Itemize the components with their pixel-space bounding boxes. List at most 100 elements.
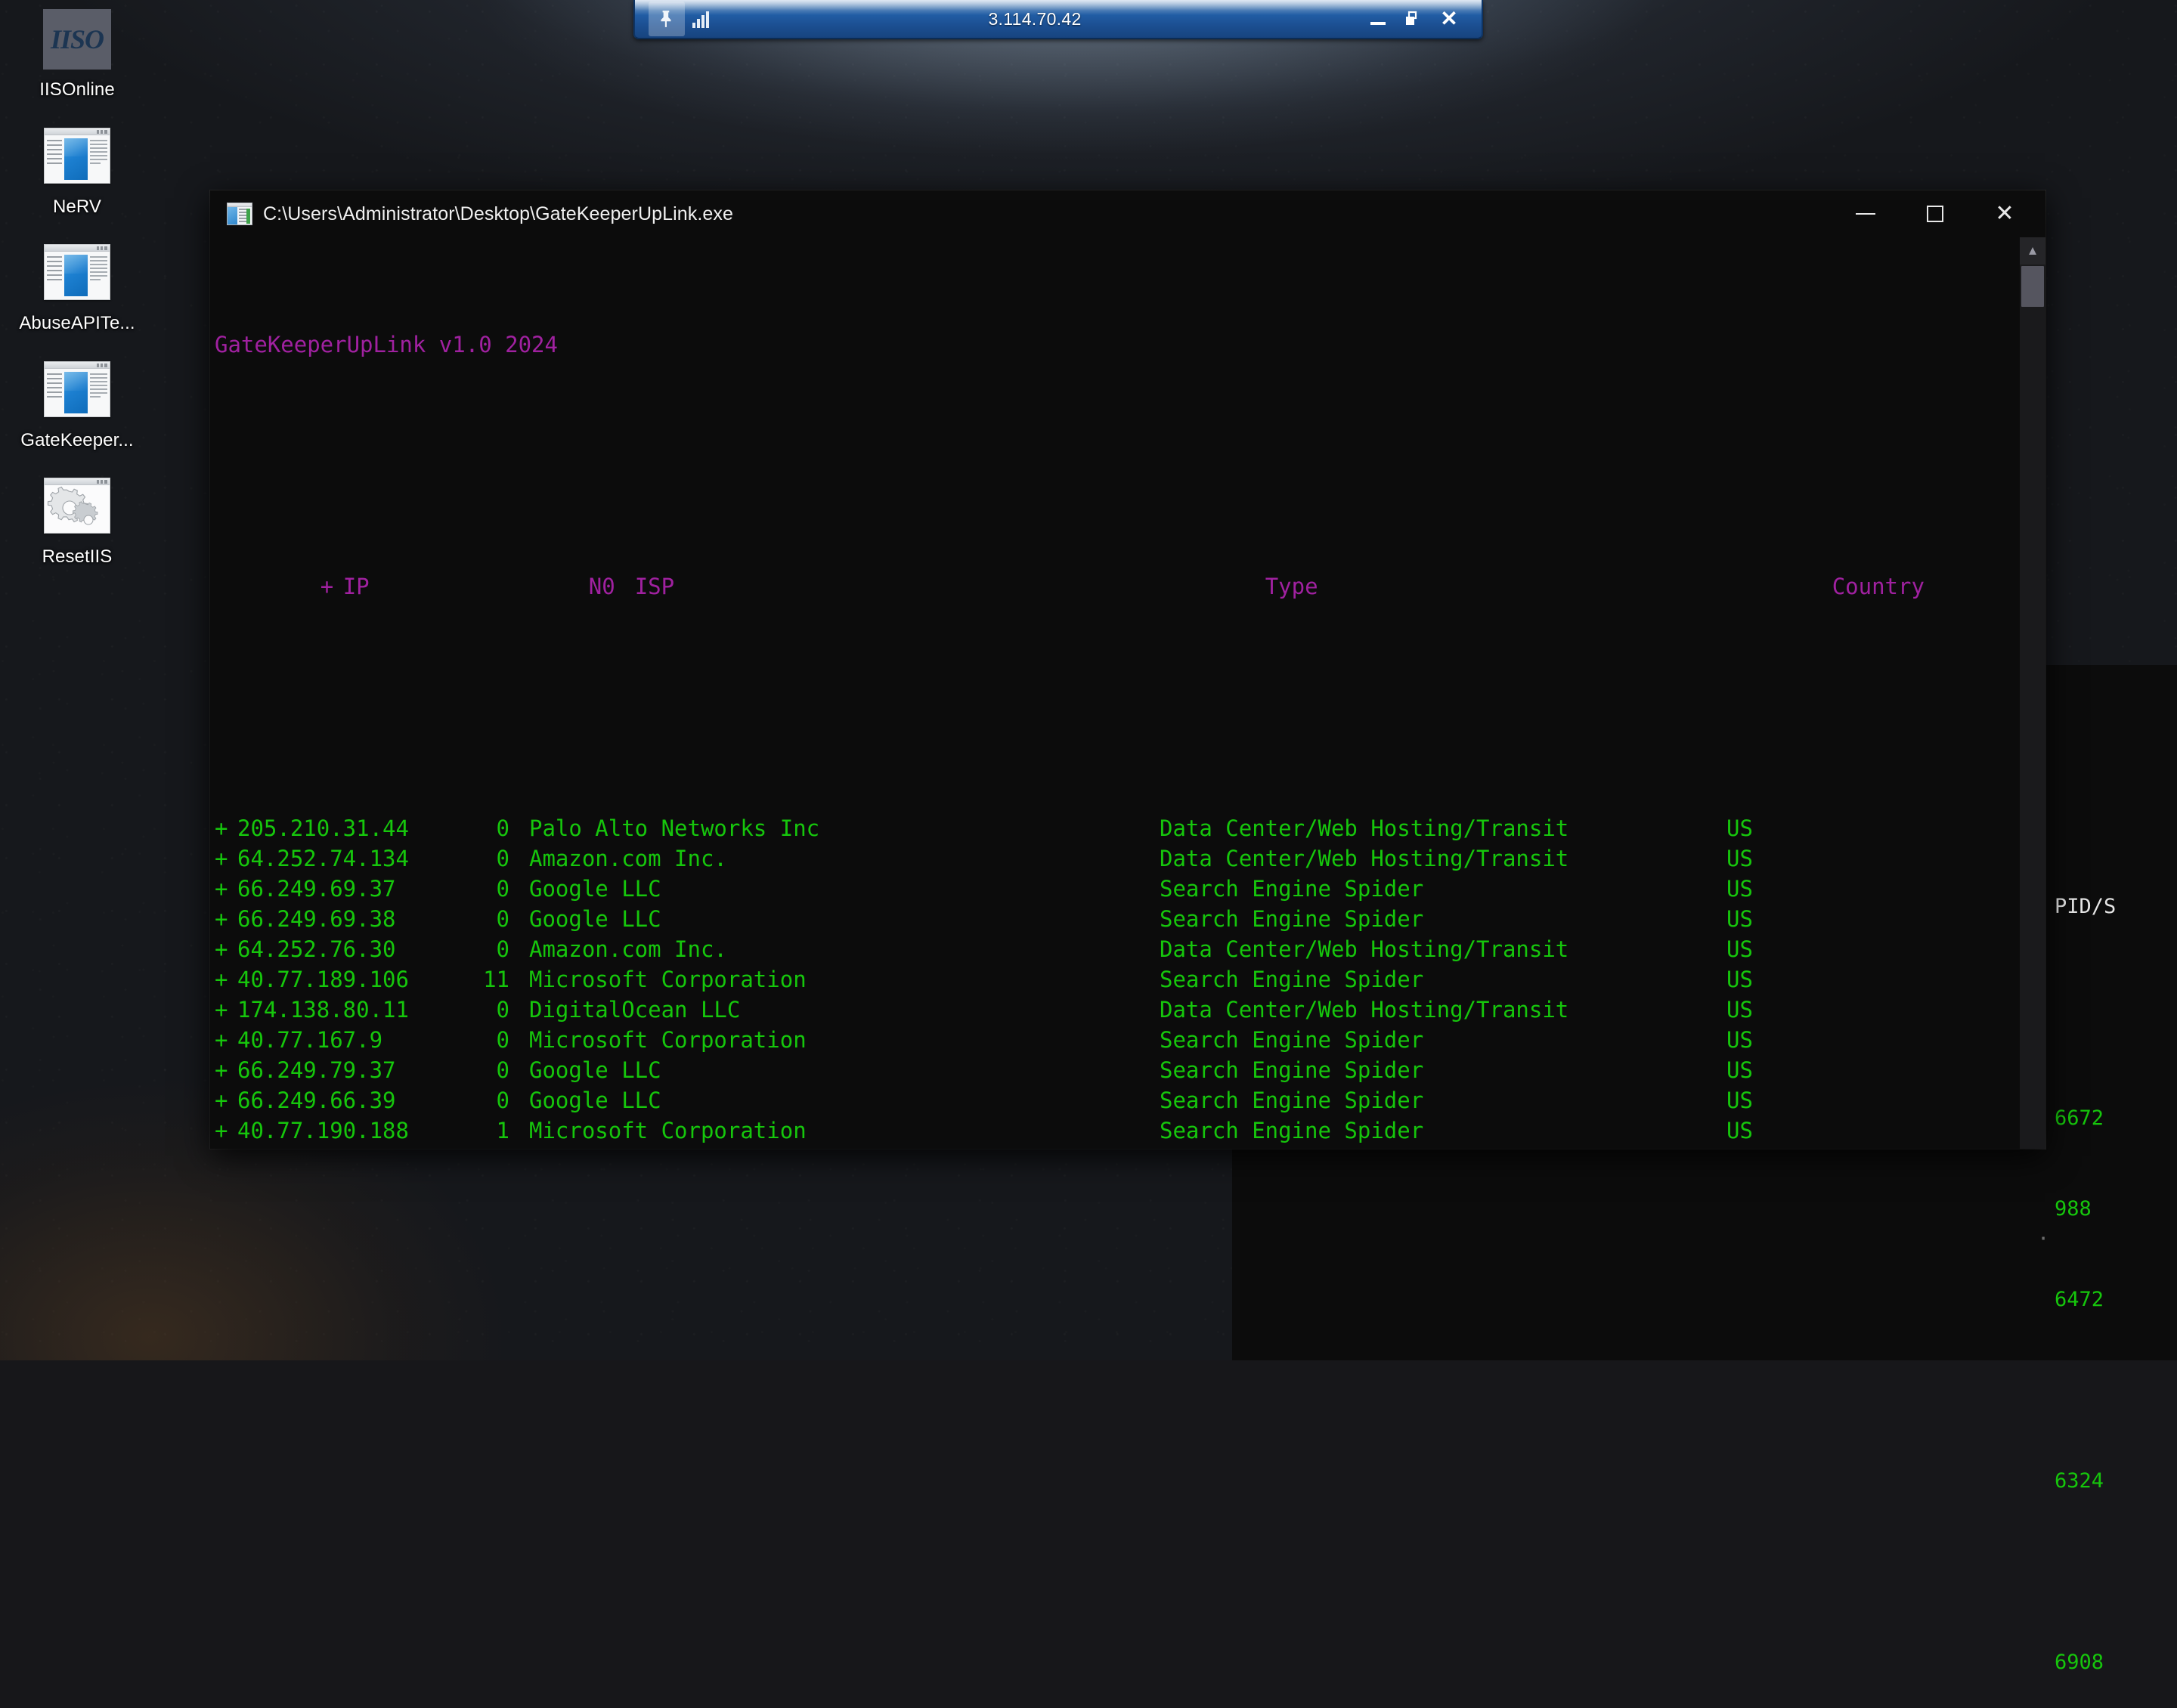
row-country: US xyxy=(1726,995,1817,1025)
row-n0: 0 xyxy=(464,1025,509,1055)
console-output[interactable]: GateKeeperUpLink v1.0 2024 +IPN0ISPTypeC… xyxy=(210,237,2020,1149)
row-plus: + xyxy=(215,964,237,995)
rdp-connection-bar: 3.114.70.42 ✕ xyxy=(633,0,1483,39)
console-app-icon xyxy=(227,203,252,225)
row-country: US xyxy=(1726,1115,1817,1146)
header-isp: ISP xyxy=(615,571,1265,602)
row-isp: Google LLC xyxy=(509,1085,1160,1115)
rdp-close-button[interactable]: ✕ xyxy=(1432,2,1466,36)
row-country: US xyxy=(1726,1055,1817,1085)
window-close-button[interactable]: ✕ xyxy=(1970,190,2039,237)
console-table-row: +40.77.167.90Microsoft CorporationSearch… xyxy=(215,1025,2020,1055)
console-table-rows: +205.210.31.440Palo Alto Networks IncDat… xyxy=(215,813,2020,1149)
desktop-icon-label: IISOnline xyxy=(39,79,115,101)
desktop-icon-gatekeeper[interactable]: GateKeeper... xyxy=(20,357,134,451)
row-type: Search Engine Spider xyxy=(1160,904,1726,934)
row-plus: + xyxy=(215,904,237,934)
desktop-icon-column: IISO IISOnline NeRV xyxy=(17,6,138,590)
desktop-icon-resetiis[interactable]: ResetIIS xyxy=(20,473,134,568)
row-type: Search Engine Spider xyxy=(1160,1055,1726,1085)
row-isp: Amazon.com Inc. xyxy=(509,843,1160,874)
console-table-row: +66.249.66.390Google LLCSearch Engine Sp… xyxy=(215,1085,2020,1115)
row-plus: + xyxy=(215,813,237,843)
rdp-minimize-button[interactable] xyxy=(1361,2,1395,36)
row-isp: Google LLC xyxy=(509,1055,1160,1085)
row-n0: 0 xyxy=(464,904,509,934)
console-table-row: +174.138.80.110DigitalOcean LLCData Cent… xyxy=(215,995,2020,1025)
row-country: US xyxy=(1726,934,1817,964)
row-type: Search Engine Spider xyxy=(1160,964,1726,995)
row-ip: 66.249.79.37 xyxy=(237,1055,464,1085)
row-n0: 0 xyxy=(464,934,509,964)
row-ip: 66.249.66.39 xyxy=(237,1085,464,1115)
row-country: US xyxy=(1726,843,1817,874)
desktop-icon-abuseapitest[interactable]: AbuseAPITe... xyxy=(20,240,134,334)
row-n0: 0 xyxy=(464,1146,509,1149)
row-plus: + xyxy=(215,874,237,904)
row-ip: 40.77.189.106 xyxy=(237,964,464,995)
header-ip: IP xyxy=(343,571,570,602)
signal-strength-icon xyxy=(692,10,709,28)
console-table-header: +IPN0ISPTypeCountry xyxy=(215,541,2020,632)
iiso-tile-icon: IISO xyxy=(41,6,113,73)
bg-pid-value: 988 xyxy=(2055,1194,2175,1224)
row-isp: Microsoft Corporation xyxy=(509,1115,1160,1146)
bg-pid-header: PID/S xyxy=(2055,892,2175,922)
header-n0: N0 xyxy=(570,571,615,602)
row-n0: 0 xyxy=(464,995,509,1025)
row-ip: 64.252.76.30 xyxy=(237,934,464,964)
row-type: Search Engine Spider xyxy=(1160,1025,1726,1055)
console-table-row: +66.249.69.370Google LLCSearch Engine Sp… xyxy=(215,874,2020,904)
console-table-row: +66.249.79.370Google LLCSearch Engine Sp… xyxy=(215,1055,2020,1085)
document-window-icon xyxy=(41,357,113,423)
pushpin-icon[interactable] xyxy=(649,2,685,36)
header-plus: + xyxy=(321,571,343,602)
row-plus: + xyxy=(215,934,237,964)
document-window-icon xyxy=(41,240,113,306)
row-ip: 66.249.69.38 xyxy=(237,904,464,934)
row-ip: 40.77.167.9 xyxy=(237,1025,464,1055)
iiso-tile-text: IISO xyxy=(51,23,104,55)
console-banner: GateKeeperUpLink v1.0 2024 xyxy=(215,330,2020,360)
desktop-icon-label: AbuseAPITe... xyxy=(19,313,135,334)
window-title: C:\Users\Administrator\Desktop\GateKeepe… xyxy=(263,203,733,225)
scroll-up-button[interactable]: ▲ xyxy=(2020,237,2045,265)
console-table-row: +64.252.76.300Amazon.com Inc.Data Center… xyxy=(215,934,2020,964)
desktop-icon-iisonline[interactable]: IISO IISOnline xyxy=(20,6,134,101)
row-ip: 52.167.144.217 xyxy=(237,1146,464,1149)
row-plus: + xyxy=(215,1055,237,1085)
console-banner-text: GateKeeperUpLink v1.0 2024 xyxy=(215,332,558,357)
header-country: Country xyxy=(1832,571,1923,602)
row-country: US xyxy=(1726,904,1817,934)
console-body: GateKeeperUpLink v1.0 2024 +IPN0ISPTypeC… xyxy=(210,237,2045,1149)
row-n0: 11 xyxy=(464,964,509,995)
window-maximize-button[interactable] xyxy=(1900,190,1970,237)
row-type: Search Engine Spider xyxy=(1160,1115,1726,1146)
console-scrollbar[interactable]: ▲ xyxy=(2020,237,2045,1149)
window-minimize-button[interactable] xyxy=(1831,190,1900,237)
row-isp: Google LLC xyxy=(509,874,1160,904)
row-ip: 64.252.74.134 xyxy=(237,843,464,874)
row-n0: 0 xyxy=(464,874,509,904)
row-type: Data Center/Web Hosting/Transit xyxy=(1160,843,1726,874)
row-isp: Microsoft Corporation xyxy=(509,964,1160,995)
row-plus: + xyxy=(215,1146,237,1149)
row-country: US xyxy=(1726,874,1817,904)
console-table-row: +40.77.189.10611Microsoft CorporationSea… xyxy=(215,964,2020,995)
row-isp: Palo Alto Networks Inc xyxy=(509,813,1160,843)
desktop-icon-nerv[interactable]: NeRV xyxy=(20,123,134,218)
desktop-icon-label: NeRV xyxy=(53,196,101,218)
row-type: Search Engine Spider xyxy=(1160,874,1726,904)
rdp-restore-button[interactable] xyxy=(1395,2,1430,36)
row-type: Data Center/Web Hosting/Transit xyxy=(1160,934,1726,964)
row-country: US xyxy=(1726,1146,1817,1149)
window-titlebar[interactable]: C:\Users\Administrator\Desktop\GateKeepe… xyxy=(210,190,2045,237)
row-type: Data Center/Web Hosting/Transit xyxy=(1160,813,1726,843)
console-table-row: +40.77.190.1881Microsoft CorporationSear… xyxy=(215,1115,2020,1146)
scrollbar-thumb[interactable] xyxy=(2021,266,2044,307)
bg-pid-value: 6908 xyxy=(2055,1648,2175,1678)
row-plus: + xyxy=(215,995,237,1025)
row-country: US xyxy=(1726,1025,1817,1055)
row-type: Search Engine Spider xyxy=(1160,1085,1726,1115)
row-plus: + xyxy=(215,1025,237,1055)
